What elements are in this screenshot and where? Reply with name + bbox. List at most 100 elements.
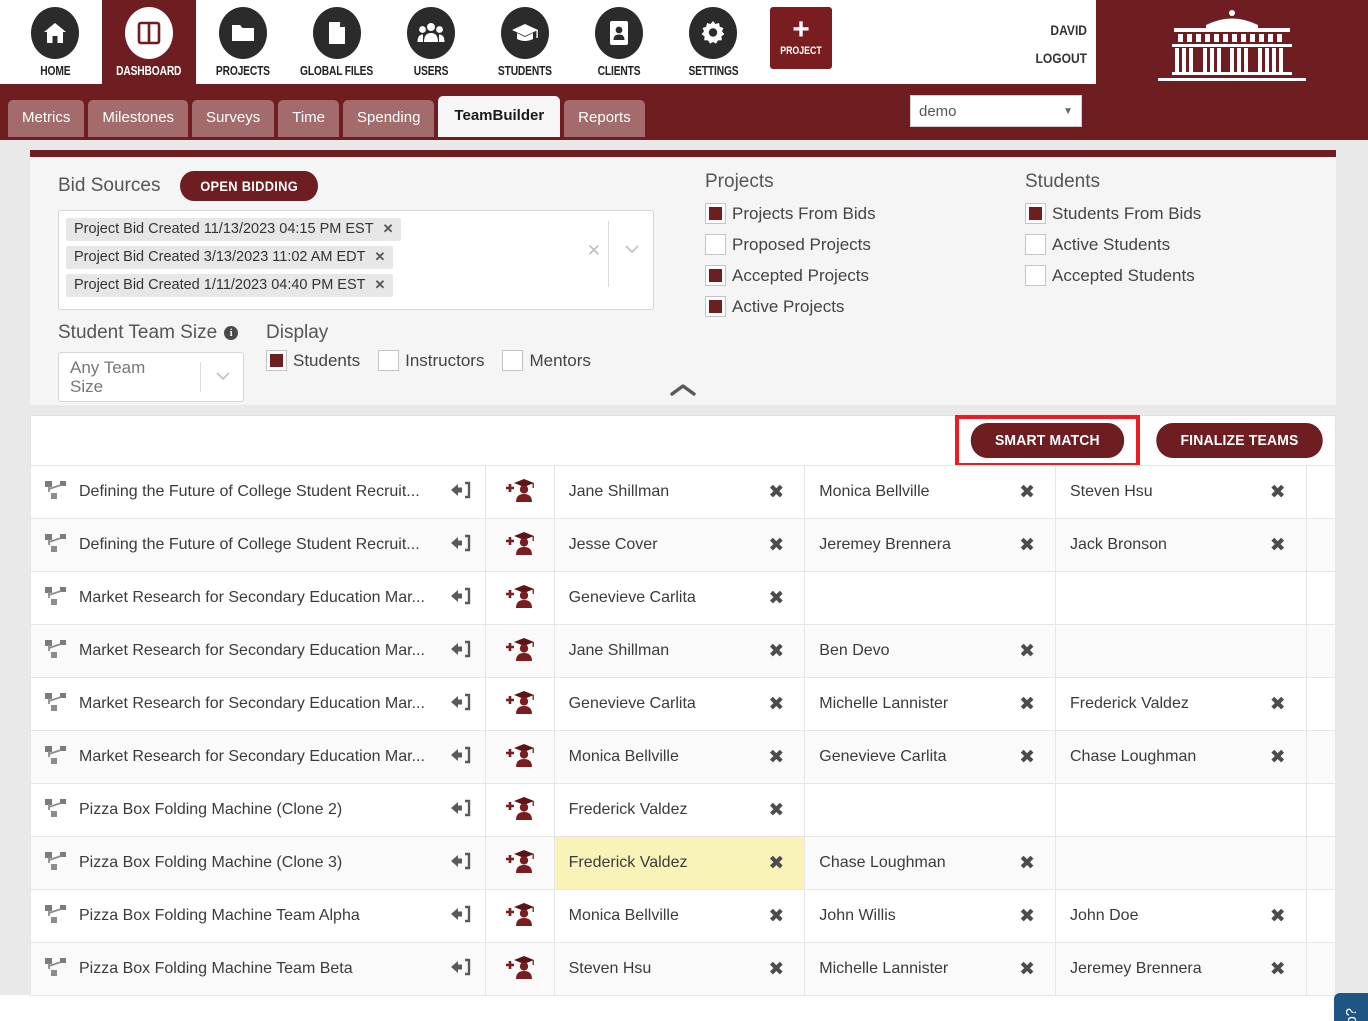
remove-student-icon[interactable]: ✖ [1019,852,1035,874]
add-student-cell[interactable] [484,677,555,731]
clear-all-icon[interactable]: ✕ [587,241,601,261]
student-cell[interactable]: Chase Loughman ✖ [804,836,1056,890]
open-project-arrow-icon[interactable] [449,905,471,928]
project-name[interactable]: Pizza Box Folding Machine (Clone 2) [79,801,437,819]
add-student-icon[interactable] [504,955,536,984]
open-project-arrow-icon[interactable] [449,746,471,769]
add-student-cell[interactable] [484,783,555,837]
checkbox[interactable] [266,350,287,371]
chip-remove-icon[interactable]: ✕ [375,249,386,265]
remove-student-icon[interactable]: ✖ [768,534,784,556]
add-student-cell[interactable] [484,889,555,943]
open-project-arrow-icon[interactable] [449,693,471,716]
remove-student-icon[interactable]: ✖ [1019,640,1035,662]
remove-student-icon[interactable]: ✖ [768,640,784,662]
student-cell[interactable] [804,783,1056,837]
student-cell[interactable]: Jane Shillman ✖ [553,465,806,519]
nav-item-students[interactable]: STUDENTS [478,0,572,84]
remove-student-icon[interactable]: ✖ [1019,746,1035,768]
student-cell[interactable] [1054,783,1307,837]
finalize-teams-button[interactable]: FINALIZE TEAMS [1156,423,1323,458]
student-cell[interactable] [1054,836,1307,890]
add-student-icon[interactable] [504,902,536,931]
student-cell[interactable]: Genevieve Carlita ✖ [553,571,806,625]
project-name[interactable]: Market Research for Secondary Education … [79,748,437,766]
project-name[interactable]: Defining the Future of College Student R… [79,483,437,501]
student-cell[interactable] [804,571,1056,625]
nav-item-dashboard[interactable]: DASHBOARD [102,0,196,84]
student-cell[interactable]: Michelle Lannister ✖ [804,942,1056,996]
add-student-icon[interactable] [504,478,536,507]
open-bidding-button[interactable]: OPEN BIDDING [180,171,319,201]
open-project-arrow-icon[interactable] [449,640,471,663]
project-name[interactable]: Pizza Box Folding Machine Team Beta [79,960,437,978]
add-student-icon[interactable] [504,531,536,560]
remove-student-icon[interactable]: ✖ [768,799,784,821]
user-name[interactable]: DAVID [991,16,1087,44]
student-cell[interactable]: Monica Bellville ✖ [553,889,806,943]
checkbox[interactable] [705,265,726,286]
projects-option-projects-from-bids[interactable]: Projects From Bids [705,203,890,224]
display-option-instructors[interactable]: Instructors [378,350,498,371]
student-cell[interactable]: Jeremey Brennera ✖ [1054,942,1307,996]
remove-student-icon[interactable]: ✖ [1019,693,1035,715]
tab-milestones[interactable]: Milestones [88,100,189,137]
collapse-panel-button[interactable] [30,383,1336,397]
student-cell[interactable]: Monica Bellville ✖ [553,730,806,784]
nav-item-users[interactable]: USERS [384,0,478,84]
add-student-icon[interactable] [504,796,536,825]
tab-surveys[interactable]: Surveys [192,100,275,137]
tab-reports[interactable]: Reports [564,100,645,137]
remove-student-icon[interactable]: ✖ [768,958,784,980]
remove-student-icon[interactable]: ✖ [768,693,784,715]
open-project-arrow-icon[interactable] [449,481,471,504]
projects-option-proposed-projects[interactable]: Proposed Projects [705,234,890,255]
open-project-arrow-icon[interactable] [449,534,471,557]
checkbox[interactable] [705,203,726,224]
project-name[interactable]: Pizza Box Folding Machine (Clone 3) [79,854,437,872]
student-cell[interactable]: Genevieve Carlita ✖ [804,730,1056,784]
remove-student-icon[interactable]: ✖ [1270,905,1286,927]
checkbox[interactable] [705,296,726,317]
chevron-down-icon[interactable] [625,241,639,259]
projects-option-accepted-projects[interactable]: Accepted Projects [705,265,890,286]
add-student-cell[interactable] [484,942,555,996]
students-option-accepted-students[interactable]: Accepted Students [1025,265,1215,286]
add-student-icon[interactable] [504,637,536,666]
remove-student-icon[interactable]: ✖ [1270,693,1286,715]
display-option-students[interactable]: Students [266,350,374,371]
student-cell[interactable]: Steven Hsu ✖ [1054,465,1307,519]
student-cell[interactable]: Jane Shillman ✖ [553,624,806,678]
nav-item-settings[interactable]: SETTINGS [666,0,760,84]
project-name[interactable]: Market Research for Secondary Education … [79,642,437,660]
students-option-active-students[interactable]: Active Students [1025,234,1215,255]
remove-student-icon[interactable]: ✖ [768,587,784,609]
checkbox[interactable] [502,350,524,371]
nav-item-projects[interactable]: PROJECTS [196,0,290,84]
student-cell[interactable]: Genevieve Carlita ✖ [553,677,806,731]
project-name[interactable]: Defining the Future of College Student R… [79,536,437,554]
students-option-students-from-bids[interactable]: Students From Bids [1025,203,1215,224]
project-select-dropdown[interactable]: demo ▼ [910,95,1082,127]
nav-item-home[interactable]: HOME [8,0,102,84]
student-cell[interactable]: Frederick Valdez ✖ [1054,677,1307,731]
add-student-icon[interactable] [504,690,536,719]
display-option-mentors[interactable]: Mentors [502,350,604,371]
open-project-arrow-icon[interactable] [449,958,471,981]
checkbox[interactable] [1025,234,1046,255]
student-cell[interactable]: Jesse Cover ✖ [553,518,806,572]
new-project-button[interactable]: + PROJECT [770,7,832,69]
remove-student-icon[interactable]: ✖ [1270,481,1286,503]
checkbox[interactable] [1025,265,1046,286]
remove-student-icon[interactable]: ✖ [768,905,784,927]
tab-teambuilder[interactable]: TeamBuilder [438,96,561,137]
project-name[interactable]: Market Research for Secondary Education … [79,589,437,607]
remove-student-icon[interactable]: ✖ [768,746,784,768]
add-student-cell[interactable] [484,730,555,784]
project-name[interactable]: Market Research for Secondary Education … [79,695,437,713]
student-cell[interactable]: John Doe ✖ [1054,889,1307,943]
bid-sources-multiselect[interactable]: Project Bid Created 11/13/2023 04:15 PM … [58,210,654,310]
student-cell[interactable]: Jeremey Brennera ✖ [804,518,1056,572]
add-student-cell[interactable] [484,518,555,572]
student-cell[interactable]: Steven Hsu ✖ [553,942,806,996]
